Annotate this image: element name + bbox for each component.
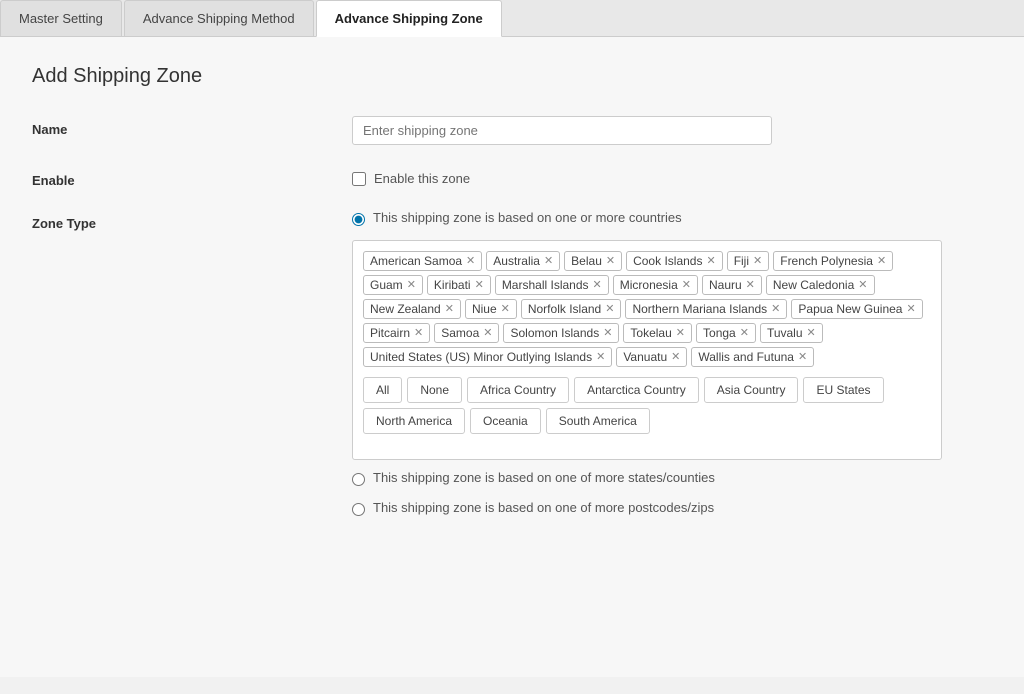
country-tag: Samoa ✕ — [434, 323, 499, 343]
remove-tag-icon[interactable]: ✕ — [475, 280, 484, 291]
radio-postcodes[interactable] — [352, 503, 365, 516]
country-tag: New Zealand ✕ — [363, 299, 461, 319]
zone-type-row: Zone Type This shipping zone is based on… — [32, 210, 992, 530]
radio-states[interactable] — [352, 473, 365, 486]
remove-tag-icon[interactable]: ✕ — [740, 328, 749, 339]
remove-tag-icon[interactable]: ✕ — [544, 256, 553, 267]
country-tag: Australia ✕ — [486, 251, 560, 271]
enable-zone-checkbox[interactable] — [352, 172, 366, 186]
remove-tag-icon[interactable]: ✕ — [682, 280, 691, 291]
country-tag: Cook Islands ✕ — [626, 251, 723, 271]
country-tag: Marshall Islands ✕ — [495, 275, 609, 295]
filter-btn-africa-country[interactable]: Africa Country — [467, 377, 569, 403]
filter-btn-south-america[interactable]: South America — [546, 408, 650, 434]
page-content: Add Shipping Zone Name Enable Enable thi… — [0, 37, 1024, 677]
filter-btn-north-america[interactable]: North America — [363, 408, 465, 434]
country-tag: Papua New Guinea ✕ — [791, 299, 922, 319]
remove-tag-icon[interactable]: ✕ — [466, 256, 475, 267]
filter-btn-asia-country[interactable]: Asia Country — [704, 377, 799, 403]
tab-master-setting[interactable]: Master Setting — [0, 0, 122, 36]
remove-tag-icon[interactable]: ✕ — [746, 280, 755, 291]
country-tag: Tokelau ✕ — [623, 323, 692, 343]
remove-tag-icon[interactable]: ✕ — [676, 328, 685, 339]
name-field — [352, 116, 992, 145]
remove-tag-icon[interactable]: ✕ — [483, 328, 492, 339]
remove-tag-icon[interactable]: ✕ — [671, 352, 680, 363]
filter-btn-antarctica-country[interactable]: Antarctica Country — [574, 377, 699, 403]
filter-btn-none[interactable]: None — [407, 377, 462, 403]
remove-tag-icon[interactable]: ✕ — [798, 352, 807, 363]
country-tag: Guam ✕ — [363, 275, 423, 295]
remove-tag-icon[interactable]: ✕ — [414, 328, 423, 339]
remove-tag-icon[interactable]: ✕ — [771, 304, 780, 315]
tags-area: American Samoa ✕Australia ✕Belau ✕Cook I… — [363, 251, 931, 367]
radio-postcodes-option: This shipping zone is based on one of mo… — [352, 500, 992, 516]
country-tag: Nauru ✕ — [702, 275, 762, 295]
radio-postcodes-label: This shipping zone is based on one of mo… — [373, 500, 714, 515]
country-tag: United States (US) Minor Outlying Island… — [363, 347, 612, 367]
country-tag: Niue ✕ — [465, 299, 517, 319]
radio-states-option: This shipping zone is based on one of mo… — [352, 470, 992, 486]
zone-type-field: This shipping zone is based on one or mo… — [352, 210, 992, 530]
name-row: Name — [32, 116, 992, 145]
country-tag: Belau ✕ — [564, 251, 622, 271]
filter-btn-oceania[interactable]: Oceania — [470, 408, 541, 434]
country-tag: New Caledonia ✕ — [766, 275, 875, 295]
remove-tag-icon[interactable]: ✕ — [606, 256, 615, 267]
filter-btn-all[interactable]: All — [363, 377, 402, 403]
country-tag: Northern Mariana Islands ✕ — [625, 299, 787, 319]
remove-tag-icon[interactable]: ✕ — [807, 328, 816, 339]
radio-countries[interactable] — [352, 213, 365, 226]
remove-tag-icon[interactable]: ✕ — [906, 304, 915, 315]
country-tag: Vanuatu ✕ — [616, 347, 687, 367]
country-tag: Kiribati ✕ — [427, 275, 491, 295]
enable-row: Enable Enable this zone — [32, 167, 992, 188]
country-tag: Tuvalu ✕ — [760, 323, 823, 343]
country-tag: Pitcairn ✕ — [363, 323, 430, 343]
zone-type-label: Zone Type — [32, 210, 352, 231]
remove-tag-icon[interactable]: ✕ — [445, 304, 454, 315]
filter-btn-eu-states[interactable]: EU States — [803, 377, 883, 403]
country-tag: Solomon Islands ✕ — [503, 323, 619, 343]
country-tag: Fiji ✕ — [727, 251, 770, 271]
remove-tag-icon[interactable]: ✕ — [858, 280, 867, 291]
remove-tag-icon[interactable]: ✕ — [753, 256, 762, 267]
countries-box: American Samoa ✕Australia ✕Belau ✕Cook I… — [352, 240, 942, 460]
enable-checkbox-row: Enable this zone — [352, 167, 992, 186]
remove-tag-icon[interactable]: ✕ — [407, 280, 416, 291]
tabs-bar: Master SettingAdvance Shipping MethodAdv… — [0, 0, 1024, 37]
country-tag: French Polynesia ✕ — [773, 251, 893, 271]
radio-states-label: This shipping zone is based on one of mo… — [373, 470, 715, 485]
filter-buttons: AllNoneAfrica CountryAntarctica CountryA… — [363, 377, 931, 434]
tab-advance-shipping-zone[interactable]: Advance Shipping Zone — [316, 0, 502, 37]
country-tag: American Samoa ✕ — [363, 251, 482, 271]
enable-zone-label[interactable]: Enable this zone — [374, 171, 470, 186]
radio-countries-label: This shipping zone is based on one or mo… — [373, 210, 682, 225]
country-tag: Norfolk Island ✕ — [521, 299, 622, 319]
remove-tag-icon[interactable]: ✕ — [501, 304, 510, 315]
enable-field: Enable this zone — [352, 167, 992, 186]
name-label: Name — [32, 116, 352, 137]
remove-tag-icon[interactable]: ✕ — [596, 352, 605, 363]
country-tag: Micronesia ✕ — [613, 275, 698, 295]
zone-name-input[interactable] — [352, 116, 772, 145]
tab-advance-shipping-method[interactable]: Advance Shipping Method — [124, 0, 314, 36]
remove-tag-icon[interactable]: ✕ — [706, 256, 715, 267]
remove-tag-icon[interactable]: ✕ — [603, 328, 612, 339]
page-title: Add Shipping Zone — [32, 65, 992, 88]
remove-tag-icon[interactable]: ✕ — [877, 256, 886, 267]
remove-tag-icon[interactable]: ✕ — [605, 304, 614, 315]
enable-label: Enable — [32, 167, 352, 188]
country-tag: Tonga ✕ — [696, 323, 756, 343]
remove-tag-icon[interactable]: ✕ — [593, 280, 602, 291]
country-tag: Wallis and Futuna ✕ — [691, 347, 814, 367]
radio-countries-option: This shipping zone is based on one or mo… — [352, 210, 992, 226]
